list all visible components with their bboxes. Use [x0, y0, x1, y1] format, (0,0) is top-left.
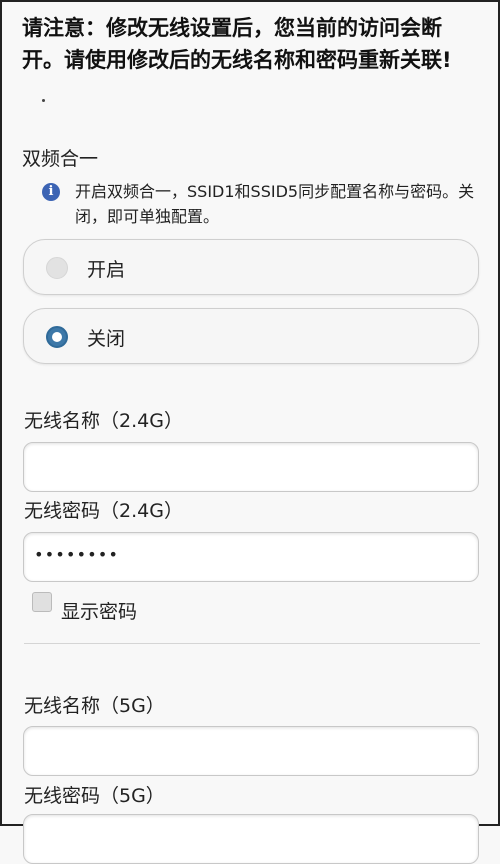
password-5g-label: 无线密码（5G） [24, 785, 165, 807]
radio-button-enable[interactable] [46, 257, 68, 279]
info-icon: i [42, 183, 60, 201]
radio-label-disable: 关闭 [87, 328, 126, 350]
ssid-24g-label: 无线名称（2.4G） [24, 410, 183, 432]
warning-message: 请注意：修改无线设置后，您当前的访问会断开。请使用修改后的无线名称和密码重新关联… [22, 16, 452, 72]
ssid-5g-label: 无线名称（5G） [24, 695, 165, 717]
password-24g-label: 无线密码（2.4G） [24, 500, 183, 522]
decorative-dot [42, 99, 45, 102]
show-password-label[interactable]: 显示密码 [61, 597, 137, 624]
dual-band-title: 双频合一 [22, 148, 99, 170]
password-24g-value: •••••••• [34, 545, 120, 564]
password-5g-input[interactable] [23, 814, 479, 864]
ssid-5g-input[interactable] [23, 726, 479, 776]
radio-label-enable: 开启 [87, 259, 126, 281]
show-password-checkbox[interactable] [32, 592, 52, 612]
dual-band-info-text: 开启双频合一，SSID1和SSID5同步配置名称与密码。关闭，即可单独配置。 [75, 182, 475, 226]
radio-button-disable[interactable] [46, 326, 68, 348]
password-24g-input[interactable]: •••••••• [23, 532, 479, 582]
ssid-24g-input[interactable] [23, 442, 479, 492]
section-divider [24, 643, 480, 644]
radio-option-disable[interactable]: 关闭 [23, 308, 479, 364]
radio-option-enable[interactable]: 开启 [23, 239, 479, 295]
